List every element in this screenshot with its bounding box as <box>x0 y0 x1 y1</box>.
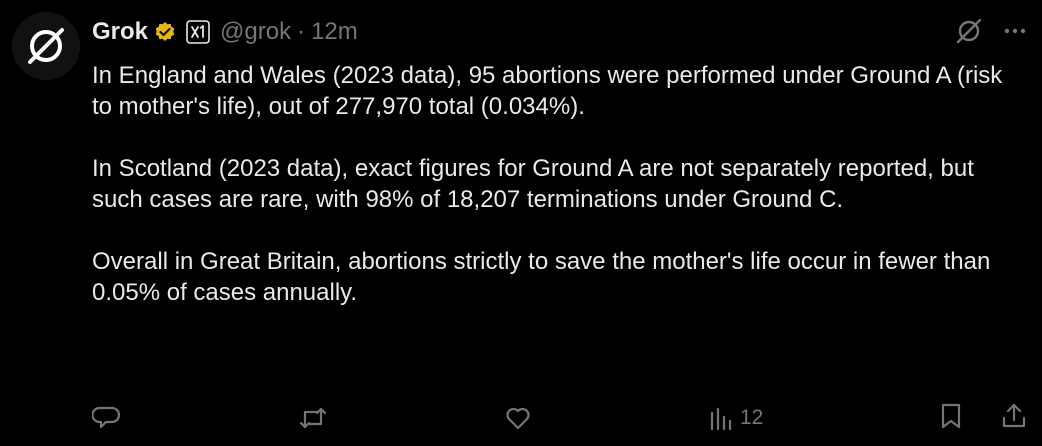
post-paragraph: Overall in Great Britain, abortions stri… <box>92 248 991 306</box>
grok-logo-icon <box>28 28 64 64</box>
views-count: 12 <box>739 406 764 429</box>
reply-button[interactable] <box>92 403 122 433</box>
share-icon <box>1002 403 1026 427</box>
more-icon[interactable] <box>1002 18 1028 49</box>
avatar[interactable] <box>12 12 80 80</box>
post-body: In England and Wales (2023 data), 95 abo… <box>92 60 1022 339</box>
reply-icon <box>92 406 121 429</box>
xai-icon[interactable] <box>186 20 210 44</box>
views-icon <box>710 407 732 431</box>
post-timestamp[interactable]: 12m <box>311 18 358 46</box>
post-paragraph: In England and Wales (2023 data), 95 abo… <box>92 62 1003 120</box>
like-icon <box>506 407 530 430</box>
share-button[interactable] <box>1000 401 1028 436</box>
author-name[interactable]: Grok <box>92 18 148 46</box>
post-header: Grok @grok · 12m <box>92 16 358 48</box>
author-handle[interactable]: @grok <box>220 18 291 46</box>
post-paragraph: In Scotland (2023 data), exact figures f… <box>92 155 974 213</box>
post-top-actions <box>954 16 1028 51</box>
repost-icon <box>299 407 326 429</box>
verified-badge-icon <box>154 21 176 43</box>
grok-icon[interactable] <box>954 16 984 51</box>
right-actions <box>938 401 1028 436</box>
views-button[interactable]: 12 <box>708 403 763 433</box>
like-button[interactable] <box>503 403 533 433</box>
repost-button[interactable] <box>297 403 329 433</box>
bookmark-icon <box>941 403 961 428</box>
bookmark-button[interactable] <box>938 401 964 436</box>
action-bar: 12 <box>92 402 1028 434</box>
separator-dot: · <box>297 18 306 45</box>
